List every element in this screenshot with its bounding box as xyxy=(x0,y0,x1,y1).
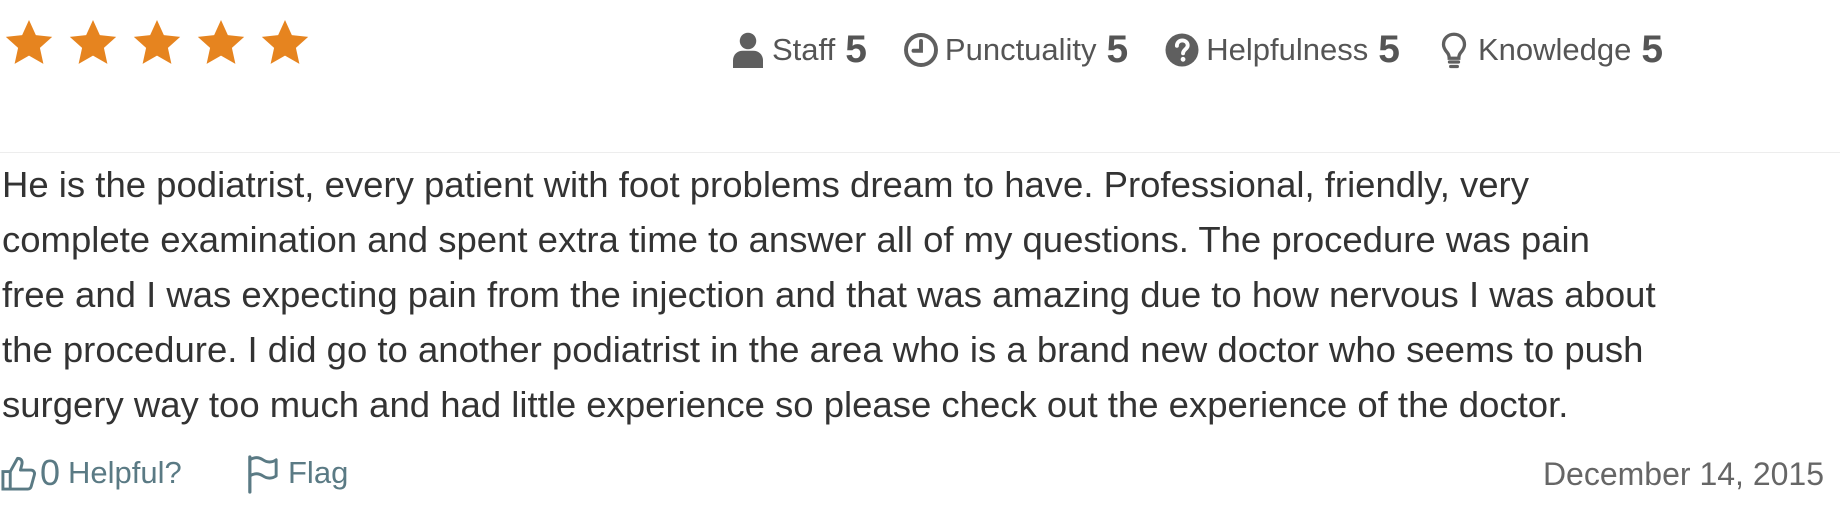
category-ratings: Staff 5 Punctuality 5 Helpfulness 5 Know… xyxy=(730,28,1663,72)
review-line: complete examination and spent extra tim… xyxy=(2,219,1590,260)
lightbulb-icon xyxy=(1436,30,1472,70)
star-icon xyxy=(130,16,184,70)
star-icon xyxy=(194,16,248,70)
review-line: He is the podiatrist, every patient with… xyxy=(2,164,1529,205)
review-line: the procedure. I did go to another podia… xyxy=(2,329,1644,370)
clock-icon xyxy=(903,30,939,70)
rating-helpfulness: Helpfulness 5 xyxy=(1164,28,1400,72)
helpful-button[interactable]: 0 Helpful? xyxy=(0,452,182,494)
star-icon xyxy=(2,16,56,70)
review-text: He is the podiatrist, every patient with… xyxy=(2,157,1834,432)
question-circle-icon xyxy=(1164,30,1200,70)
rating-value: 5 xyxy=(1641,28,1664,71)
helpful-label: Helpful? xyxy=(68,455,182,490)
review-date: December 14, 2015 xyxy=(1542,456,1824,492)
star-icon xyxy=(66,16,120,70)
star-rating xyxy=(2,16,312,70)
flag-label: Flag xyxy=(288,455,349,490)
rating-value: 5 xyxy=(1106,28,1129,71)
star-icon xyxy=(258,16,312,70)
review-footer: 0 Helpful? Flag December 14, 2015 xyxy=(0,452,1840,502)
flag-button[interactable]: Flag xyxy=(244,452,348,494)
rating-value: 5 xyxy=(845,28,867,71)
rating-punctuality: Punctuality 5 xyxy=(903,28,1128,72)
rating-label: Helpfulness xyxy=(1206,32,1369,67)
helpful-count: 0 xyxy=(40,452,61,493)
rating-knowledge: Knowledge 5 xyxy=(1436,28,1663,72)
user-icon xyxy=(730,30,766,70)
rating-value: 5 xyxy=(1378,28,1400,71)
rating-label: Staff xyxy=(772,32,836,67)
review-line: surgery way too much and had little expe… xyxy=(2,384,1569,425)
flag-icon xyxy=(244,452,282,494)
rating-label: Punctuality xyxy=(944,32,1097,67)
thumbs-up-icon xyxy=(0,452,38,494)
rating-label: Knowledge xyxy=(1477,32,1632,67)
divider xyxy=(0,152,1840,153)
rating-staff: Staff 5 xyxy=(730,28,867,72)
review-line: free and I was expecting pain from the i… xyxy=(2,274,1656,315)
